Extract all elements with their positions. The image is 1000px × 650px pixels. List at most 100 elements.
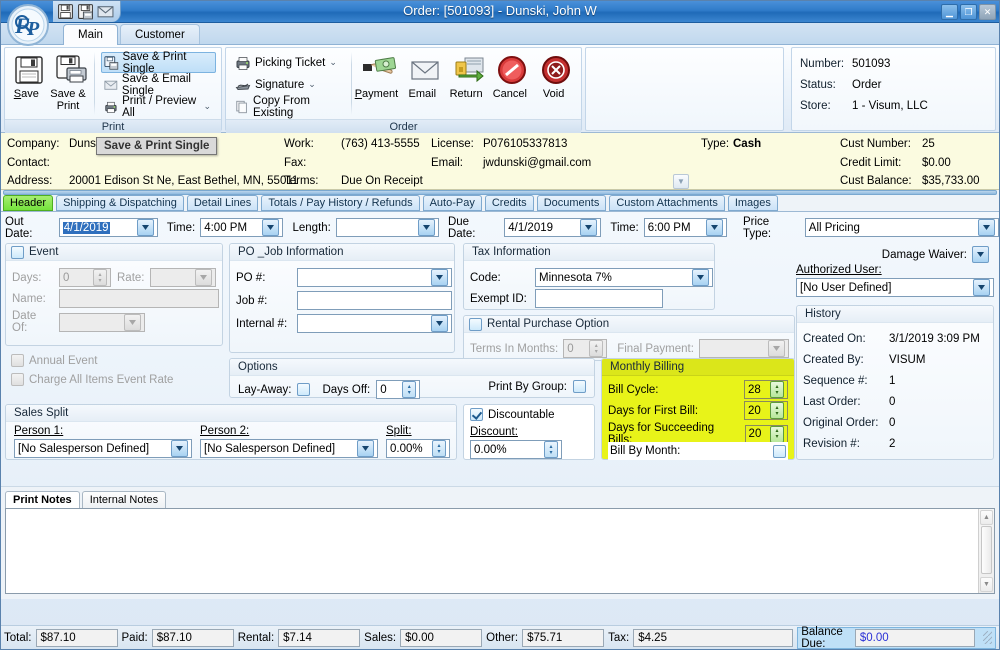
- tax-code-dropdown-button[interactable]: [692, 269, 709, 286]
- person1-dropdown-button[interactable]: [171, 440, 188, 457]
- save-print-button[interactable]: Save & Print: [50, 50, 92, 112]
- layaway-checkbox[interactable]: [297, 383, 311, 396]
- tab-custom-attachments[interactable]: Custom Attachments: [609, 195, 725, 211]
- days-off-stepper[interactable]: ▴ ▾: [402, 381, 417, 398]
- due-date-input[interactable]: 4/1/2019: [504, 218, 602, 237]
- tab-totals-pay-history-refunds[interactable]: Totals / Pay History / Refunds: [261, 195, 420, 211]
- days-first-bill-input[interactable]: 20 ▴ ▾: [744, 401, 788, 420]
- tab-header[interactable]: Header: [3, 195, 54, 211]
- discountable-row[interactable]: Discountable: [470, 408, 554, 421]
- save-button[interactable]: SSaveave: [8, 50, 50, 100]
- bill-cycle-stepper[interactable]: ▴ ▾: [770, 381, 784, 398]
- close-button[interactable]: ✕: [979, 4, 996, 20]
- event-days-stepper[interactable]: ▴ ▾: [93, 269, 107, 286]
- terms-dropdown-button[interactable]: ▼: [673, 174, 689, 189]
- tab-internal-notes[interactable]: Internal Notes: [81, 491, 167, 508]
- event-date-of-dropdown-button[interactable]: [124, 313, 141, 331]
- split-block: Split: 0.00% ▴ ▾: [386, 425, 450, 458]
- discountable-checkbox[interactable]: [470, 408, 483, 421]
- scroll-down-icon[interactable]: ▼: [980, 577, 993, 592]
- picking-ticket-button[interactable]: Picking Ticket ⌄: [232, 52, 346, 73]
- days-succeeding-input[interactable]: 20 ▴ ▾: [744, 424, 788, 444]
- email-button[interactable]: Email: [403, 50, 447, 100]
- rental-purchase-option-checkbox[interactable]: [469, 317, 482, 331]
- tax-code-input[interactable]: Minnesota 7%: [535, 268, 713, 287]
- tab-documents[interactable]: Documents: [536, 195, 607, 211]
- due-time-dropdown-button[interactable]: [706, 219, 723, 236]
- days-first-bill-stepper[interactable]: ▴ ▾: [770, 402, 784, 419]
- tab-shipping-dispatching[interactable]: Shipping & Dispatching: [56, 195, 184, 211]
- save-print-single-button[interactable]: Save & Print Single: [101, 51, 216, 75]
- rpo-terms-stepper[interactable]: ▴ ▾: [589, 340, 604, 357]
- notes-scroll-thumb[interactable]: [981, 526, 992, 574]
- out-date-input[interactable]: 4/1/2019: [58, 218, 158, 237]
- po-dropdown-button[interactable]: [431, 269, 448, 286]
- due-date-dropdown-button[interactable]: [580, 219, 598, 236]
- internal-dropdown-button[interactable]: [431, 315, 448, 332]
- void-button[interactable]: Void: [534, 50, 578, 100]
- return-button[interactable]: Return: [447, 50, 491, 100]
- internal-input[interactable]: [297, 314, 452, 333]
- notes-scrollbar[interactable]: ▲ ▼: [978, 509, 994, 593]
- payment-button[interactable]: Payment: [355, 50, 403, 100]
- damage-waiver-dropdown-button[interactable]: [972, 246, 989, 263]
- person1-input[interactable]: [No Salesperson Defined]: [14, 439, 192, 458]
- print-by-group-checkbox[interactable]: [573, 380, 586, 393]
- minimize-button[interactable]: ▁: [941, 4, 958, 20]
- person2-input[interactable]: [No Salesperson Defined]: [200, 439, 378, 458]
- app-logo-icon[interactable]: F P: [5, 3, 51, 47]
- cancel-button[interactable]: Cancel: [490, 50, 534, 100]
- annual-event-row[interactable]: Annual Event: [11, 354, 97, 367]
- save-email-single-button[interactable]: Save & Email Single: [101, 73, 216, 97]
- out-date-dropdown-button[interactable]: [136, 219, 154, 236]
- authorized-user-dropdown-button[interactable]: [973, 279, 990, 296]
- days-off-input[interactable]: 0 ▴ ▾: [376, 380, 421, 399]
- event-days-input[interactable]: 0 ▴ ▾: [59, 268, 111, 287]
- tab-auto-pay[interactable]: Auto-Pay: [422, 195, 482, 211]
- event-name-input[interactable]: [59, 289, 219, 308]
- charge-all-items-row[interactable]: Charge All Items Event Rate: [11, 373, 173, 386]
- discount-input[interactable]: 0.00% ▴ ▾: [470, 440, 562, 459]
- scroll-up-icon[interactable]: ▲: [980, 510, 993, 525]
- tab-credits[interactable]: Credits: [484, 195, 534, 211]
- signature-button[interactable]: Signature ⌄: [232, 74, 346, 95]
- ribbon-tab-main[interactable]: Main: [63, 24, 118, 45]
- rpo-terms-input[interactable]: 0 ▴ ▾: [563, 339, 608, 358]
- maximize-button[interactable]: ❐: [960, 4, 977, 20]
- out-time-input[interactable]: 4:00 PM: [200, 218, 284, 237]
- price-type-input[interactable]: All Pricing: [804, 218, 999, 237]
- price-type-dropdown-button[interactable]: [978, 219, 995, 236]
- bill-by-month-checkbox[interactable]: [773, 444, 786, 458]
- authorized-user-input[interactable]: [No User Defined]: [796, 278, 994, 297]
- print-preview-all-button[interactable]: Print / Preview All ⌄: [101, 95, 216, 119]
- bill-cycle-input[interactable]: 28 ▴ ▾: [744, 380, 788, 399]
- copy-from-existing-button[interactable]: Copy From Existing: [232, 95, 346, 119]
- resize-grip-icon[interactable]: [982, 631, 992, 644]
- rpo-final-dropdown-button[interactable]: [767, 340, 785, 357]
- job-input[interactable]: [297, 291, 452, 310]
- tab-images[interactable]: Images: [727, 195, 778, 211]
- person2-dropdown-button[interactable]: [357, 440, 374, 457]
- event-rate-input[interactable]: [149, 268, 216, 287]
- notes-textarea[interactable]: ▲ ▼: [5, 508, 995, 594]
- tab-print-notes[interactable]: Print Notes: [5, 491, 80, 508]
- due-time-input[interactable]: 6:00 PM: [643, 218, 727, 237]
- exempt-input[interactable]: [535, 289, 663, 308]
- charge-all-items-checkbox[interactable]: [11, 373, 24, 386]
- split-stepper[interactable]: ▴ ▾: [432, 440, 446, 457]
- po-input[interactable]: [297, 268, 452, 287]
- ribbon-tab-customer[interactable]: Customer: [119, 24, 200, 44]
- out-time-dropdown-button[interactable]: [262, 219, 280, 236]
- length-dropdown-button[interactable]: [417, 219, 435, 236]
- event-date-of-input[interactable]: [59, 312, 145, 332]
- annual-event-checkbox[interactable]: [11, 354, 24, 367]
- work-label: Work:: [284, 138, 314, 150]
- rpo-final-input[interactable]: [698, 339, 789, 358]
- tab-detail-lines[interactable]: Detail Lines: [186, 195, 259, 211]
- discount-stepper[interactable]: ▴ ▾: [544, 441, 558, 458]
- event-rate-dropdown-button[interactable]: [194, 269, 212, 286]
- days-succeeding-stepper[interactable]: ▴ ▾: [770, 425, 784, 443]
- event-checkbox[interactable]: [11, 245, 24, 259]
- split-input[interactable]: 0.00% ▴ ▾: [386, 439, 450, 458]
- length-input[interactable]: [335, 218, 439, 237]
